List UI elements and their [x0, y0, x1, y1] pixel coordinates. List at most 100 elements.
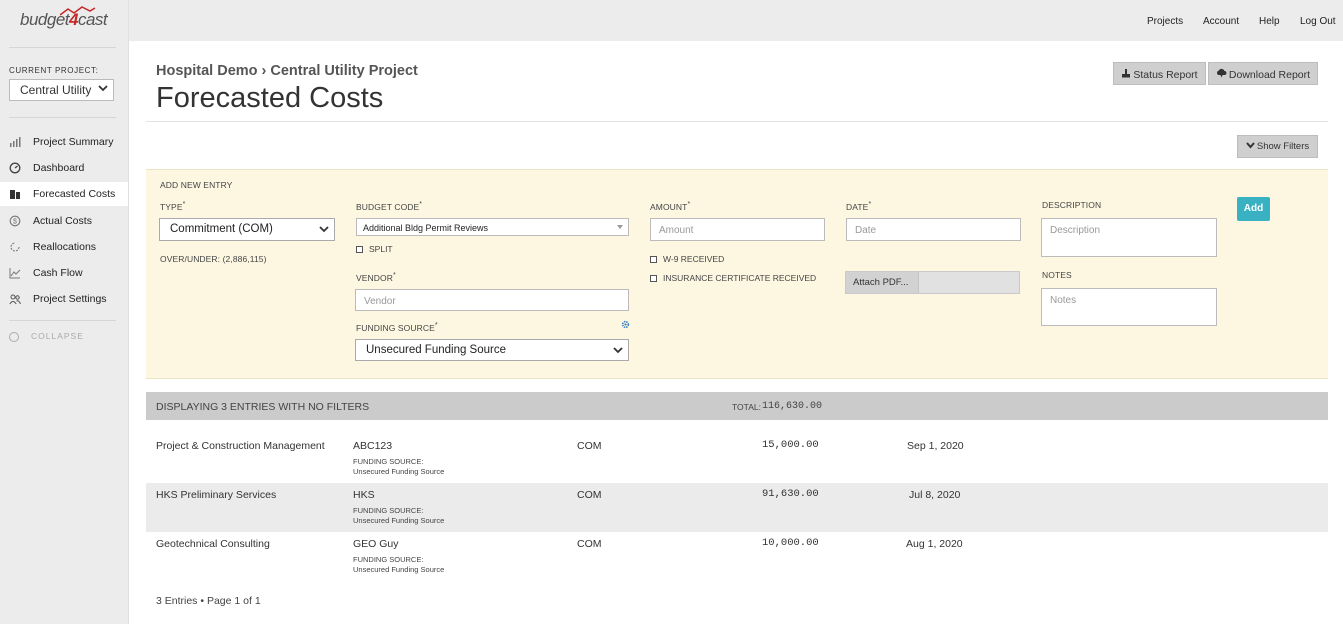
sidebar-item-label: Project Summary: [33, 136, 114, 148]
sidebar-item-label: Actual Costs: [33, 215, 92, 227]
header-divider: [146, 121, 1328, 122]
table-row[interactable]: Project & Construction Management ABC123…: [146, 434, 1328, 483]
row-amount: 15,000.00: [762, 439, 819, 451]
funding-source-label: FUNDING SOURCE:: [353, 457, 424, 466]
budget-code-value: Additional Bldg Permit Reviews: [363, 223, 489, 233]
users-icon: [9, 294, 21, 305]
topnav-help[interactable]: Help: [1259, 16, 1280, 27]
sidebar: budget4cast CURRENT PROJECT: Central Uti…: [0, 0, 129, 624]
row-funding: Unsecured Funding Source: [353, 467, 445, 476]
topnav-logout[interactable]: Log Out: [1300, 16, 1336, 27]
funding-source-value: Unsecured Funding Source: [366, 344, 506, 356]
date-input[interactable]: Date: [846, 218, 1021, 241]
topnav-account[interactable]: Account: [1203, 16, 1239, 27]
sidebar-item-label: Project Settings: [33, 293, 107, 305]
chevron-down-icon: [319, 226, 329, 233]
row-name: Project & Construction Management: [156, 440, 325, 452]
add-button[interactable]: Add: [1237, 197, 1270, 221]
sidebar-divider: [9, 47, 116, 48]
topnav-projects[interactable]: Projects: [1147, 16, 1183, 27]
page-title: Forecasted Costs: [156, 82, 384, 114]
amount-label: AMOUNT*: [650, 200, 691, 212]
sidebar-divider: [9, 320, 116, 321]
row-code: ABC123: [353, 440, 393, 452]
sidebar-item-dashboard[interactable]: Dashboard: [0, 156, 128, 180]
row-date: Aug 1, 2020: [906, 538, 963, 550]
attach-pdf-button[interactable]: Attach PDF...: [846, 272, 919, 293]
row-name: Geotechnical Consulting: [156, 538, 270, 550]
notes-textarea[interactable]: Notes: [1041, 288, 1217, 326]
svg-text:$: $: [13, 219, 17, 226]
download-report-label: Download Report: [1228, 69, 1311, 81]
sidebar-item-project-settings[interactable]: Project Settings: [0, 287, 128, 311]
insurance-checkbox[interactable]: INSURANCE CERTIFICATE RECEIVED: [650, 273, 816, 283]
funding-source-label: FUNDING SOURCE:: [353, 506, 424, 515]
type-select[interactable]: Commitment (COM): [159, 218, 335, 241]
download-report-button[interactable]: Download Report: [1208, 62, 1318, 85]
list-header-title: DISPLAYING 3 ENTRIES WITH NO FILTERS: [156, 401, 370, 413]
sidebar-divider: [9, 117, 116, 118]
row-type: COM: [577, 538, 602, 550]
logo-trend-icon: [60, 6, 96, 16]
table-row[interactable]: Geotechnical Consulting GEO Guy FUNDING …: [146, 532, 1328, 581]
current-project-select[interactable]: Central Utility: [9, 79, 114, 101]
show-filters-button[interactable]: Show Filters: [1237, 135, 1318, 158]
checkbox-box[interactable]: [356, 246, 363, 253]
sidebar-item-reallocations[interactable]: Reallocations: [0, 235, 128, 259]
sidebar-item-label: Cash Flow: [33, 267, 83, 279]
report-icon: [1122, 69, 1131, 78]
w9-checkbox[interactable]: W-9 RECEIVED: [650, 254, 724, 264]
row-type: COM: [577, 489, 602, 501]
add-new-entry-label: ADD NEW ENTRY: [160, 180, 233, 190]
current-project-value: Central Utility: [20, 83, 92, 97]
type-value: Commitment (COM): [170, 223, 273, 235]
sidebar-item-label: Dashboard: [33, 162, 85, 174]
gear-icon[interactable]: [621, 320, 630, 329]
status-report-button[interactable]: Status Report: [1113, 62, 1206, 85]
current-project-label: CURRENT PROJECT:: [9, 66, 99, 75]
vendor-label: VENDOR*: [356, 271, 396, 283]
sidebar-item-cash-flow[interactable]: Cash Flow: [0, 261, 128, 285]
collapse-icon: [9, 331, 19, 342]
sidebar-item-label: Reallocations: [33, 241, 97, 253]
gauge-icon: [9, 162, 21, 174]
total-label: TOTAL:: [732, 402, 761, 412]
over-under-text: OVER/UNDER: (2,886,115): [160, 254, 267, 264]
funding-source-label: FUNDING SOURCE*: [356, 321, 438, 333]
row-type: COM: [577, 440, 602, 452]
w9-label: W-9 RECEIVED: [663, 254, 725, 264]
attach-pdf-control[interactable]: Attach PDF...: [845, 271, 1020, 294]
total-value: 116,630.00: [762, 401, 823, 412]
row-funding: Unsecured Funding Source: [353, 565, 445, 574]
list-header: DISPLAYING 3 ENTRIES WITH NO FILTERS TOT…: [146, 392, 1328, 420]
status-report-label: Status Report: [1133, 69, 1198, 81]
line-chart-icon: [9, 268, 21, 279]
amount-input[interactable]: Amount: [650, 218, 825, 241]
row-date: Jul 8, 2020: [909, 489, 961, 501]
budget-code-label: BUDGET CODE*: [356, 200, 423, 212]
date-label: DATE*: [846, 200, 872, 212]
chevron-down-icon: [1246, 142, 1255, 149]
caret-down-icon: [617, 225, 623, 229]
budget-code-select[interactable]: Additional Bldg Permit Reviews: [356, 218, 629, 236]
row-code: GEO Guy: [353, 538, 399, 550]
sidebar-item-label: Forecasted Costs: [33, 188, 116, 200]
description-textarea[interactable]: Description: [1041, 218, 1217, 257]
split-checkbox[interactable]: SPLIT: [356, 244, 393, 254]
app-logo[interactable]: budget4cast: [20, 6, 108, 30]
table-row[interactable]: HKS Preliminary Services HKS FUNDING SOU…: [146, 483, 1328, 532]
row-code: HKS: [353, 489, 375, 501]
description-label: DESCRIPTION: [1042, 200, 1102, 210]
cloud-download-icon: [1216, 68, 1227, 78]
collapse-button[interactable]: COLLAPSE: [9, 331, 84, 342]
vendor-input[interactable]: Vendor: [355, 289, 629, 311]
sidebar-item-project-summary[interactable]: Project Summary: [0, 130, 128, 154]
checkbox-box[interactable]: [650, 256, 657, 263]
checkbox-box[interactable]: [650, 275, 657, 282]
sidebar-item-forecasted-costs[interactable]: Forecasted Costs: [0, 182, 128, 206]
pagination-info: 3 Entries • Page 1 of 1: [156, 595, 261, 607]
chevron-down-icon: [98, 85, 108, 92]
funding-source-select[interactable]: Unsecured Funding Source: [355, 339, 629, 361]
notes-label: NOTES: [1042, 270, 1072, 280]
sidebar-item-actual-costs[interactable]: $ Actual Costs: [0, 209, 128, 233]
